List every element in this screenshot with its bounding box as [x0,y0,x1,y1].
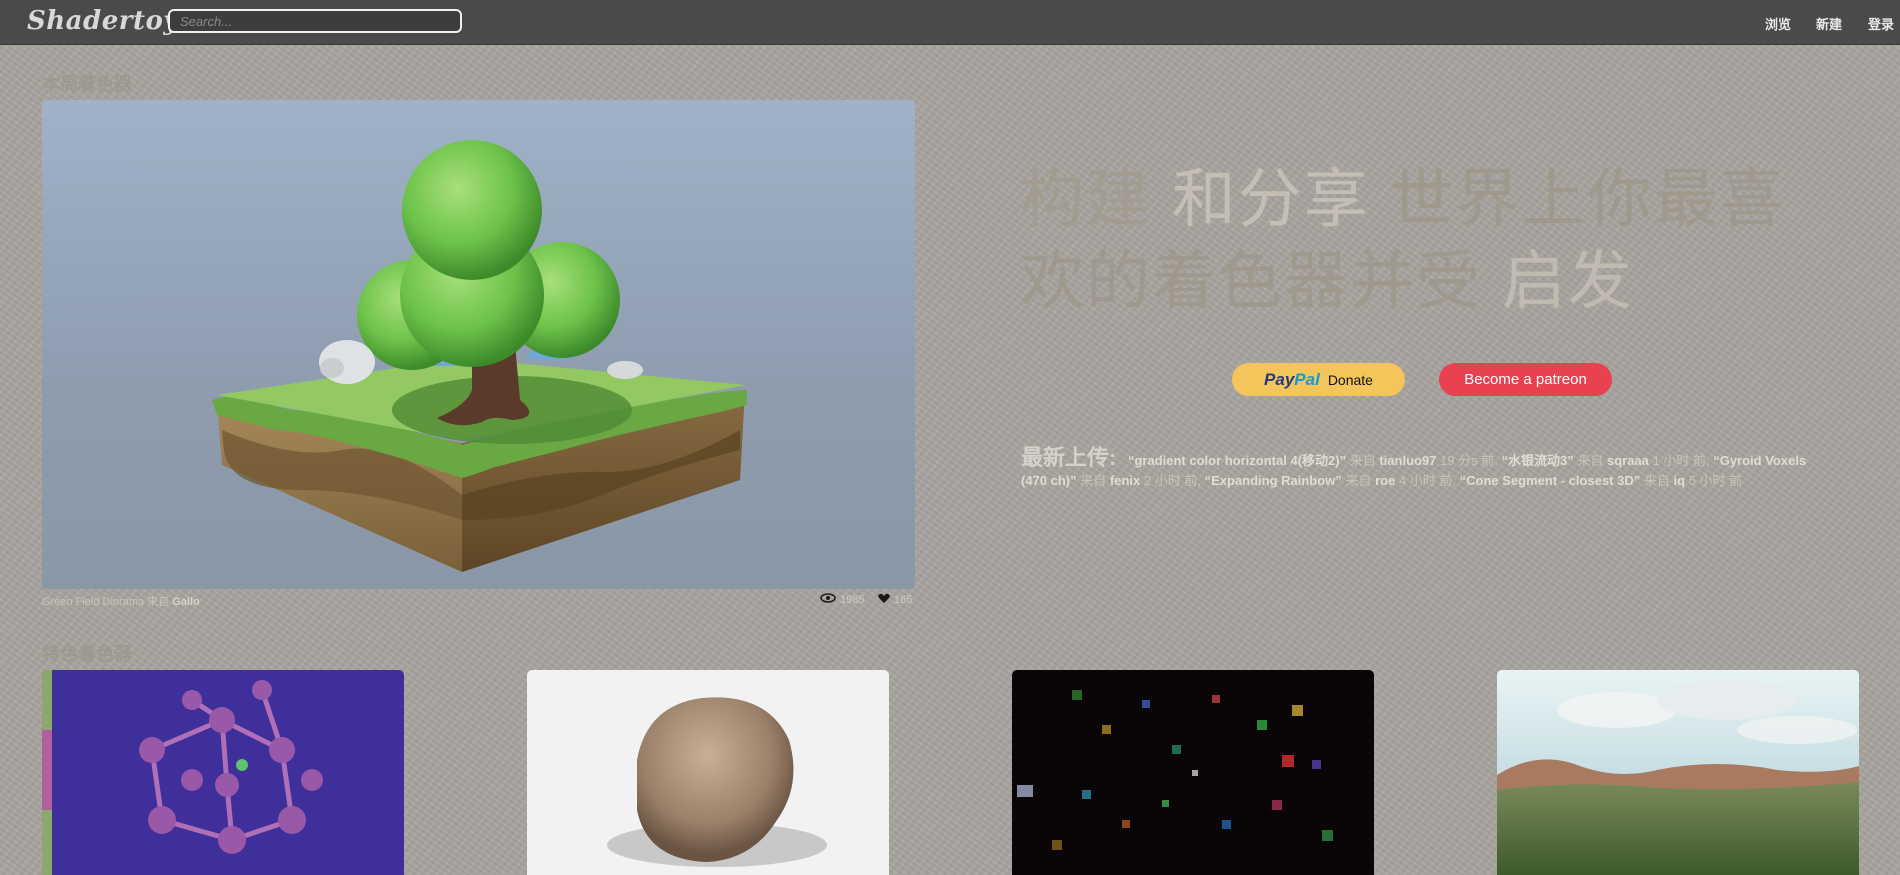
weekly-shader-name[interactable]: Green Field Diorama [42,596,144,608]
featured-shader-thumb-2[interactable] [527,670,889,875]
weekly-section-title: 本周着色器 [42,74,132,94]
top-bar: Shadertoy 浏览 新建 登录 [0,0,1900,45]
latest-uploads-label: 最新上传: [1021,445,1117,470]
featured-section-title: 特色着色器 [42,644,132,664]
latest-item-user[interactable]: iq [1674,473,1686,488]
particles-image [1017,690,1333,850]
latest-item-user[interactable]: tianluo97 [1379,453,1436,468]
shadertoy-logo[interactable]: Shadertoy [27,6,179,36]
featured-shader-thumb-1[interactable] [42,670,404,875]
latest-item-user[interactable]: sqraaa [1607,453,1649,468]
latest-item-time: 2 小时 前, [1143,473,1201,488]
latest-item: “gradient color horizontal 4(移动2)” 来自 ti… [1127,453,1498,468]
search-input[interactable] [168,9,462,33]
latest-item-time: 1 小时 前, [1652,453,1710,468]
headline-part-4: 启发 [1501,245,1634,317]
rock-image [607,697,827,867]
latest-item-user[interactable]: roe [1375,473,1395,488]
molecule-image [42,670,323,875]
likes-count: 165 [894,594,913,606]
headline-part-1: 构建 [1020,163,1172,235]
latest-item-title[interactable]: “Cone Segment - closest 3D” [1460,473,1641,488]
featured-shader-thumb-4[interactable] [1497,670,1859,875]
weekly-author[interactable]: Gallo [172,596,200,608]
latest-item-user[interactable]: fenix [1110,473,1140,488]
diorama-image [212,140,747,572]
latest-item: “水银流动3” 来自 sqraaa 1 小时 前, [1501,453,1710,468]
likes-stat: 165 [878,593,912,607]
paypal-logo: PayPal [1264,369,1320,389]
latest-item-time: 5 小时 前 [1688,473,1743,488]
latest-item-time: 19 分s 前, [1440,453,1498,468]
weekly-shader-caption: Green Field Diorama 来自 Gallo [42,593,200,609]
latest-item-title[interactable]: “水银流动3” [1501,453,1573,468]
latest-uploads: 最新上传: “gradient color horizontal 4(移动2)”… [1021,445,1821,491]
views-stat: 1985 [820,593,864,606]
eye-icon [820,593,836,606]
featured-shader-thumb-3[interactable] [1012,670,1374,875]
patreon-button[interactable]: Become a patreon [1439,363,1612,396]
donate-label: Donate [1327,371,1373,388]
weekly-shader-preview[interactable] [42,100,915,589]
latest-item-time: 4 小时 前, [1398,473,1457,488]
paypal-donate-button[interactable]: PayPal Donate [1232,363,1405,396]
heart-icon [878,593,890,607]
headline-part-2: 和分享 [1171,163,1390,235]
latest-item-title[interactable]: “gradient color horizontal 4(移动2)” [1128,453,1346,468]
hero-headline: 构建 和分享 世界上你最喜欢的着色器并受 启发 [1020,158,1800,322]
landscape-image [1497,670,1859,875]
nav-login[interactable]: 登录 [1868,14,1894,33]
weekly-from-label: 来自 [147,596,170,608]
latest-item: “Cone Segment - closest 3D” 来自 iq 5 小时 前 [1459,473,1743,488]
views-count: 1985 [840,593,865,606]
nav-browse[interactable]: 浏览 [1765,14,1791,33]
latest-item-title[interactable]: “Expanding Rainbow” [1205,473,1342,488]
latest-item: “Expanding Rainbow” 来自 roe 4 小时 前, [1204,473,1457,488]
nav-new[interactable]: 新建 [1816,14,1842,33]
